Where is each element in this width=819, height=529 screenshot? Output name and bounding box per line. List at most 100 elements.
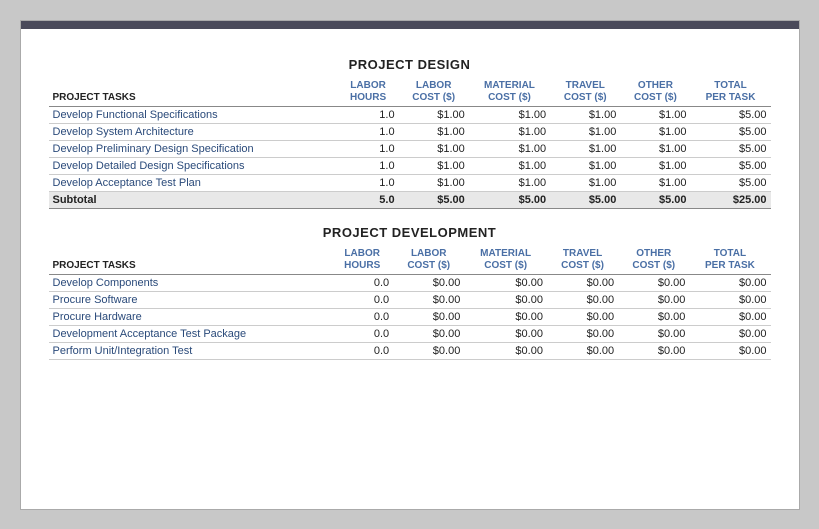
cell-0-1-0: Develop System Architecture: [49, 123, 338, 140]
col-header-0-2: LABORCOST ($): [399, 78, 469, 107]
subtotal-cell-0-1: 5.0: [338, 191, 399, 208]
col-header-1-6: TOTALPER TASK: [689, 246, 770, 275]
cell-0-4-1: 1.0: [338, 174, 399, 191]
col-header-0-0: PROJECT TASKS: [49, 78, 338, 107]
cell-0-2-5: $1.00: [620, 140, 690, 157]
cell-0-1-5: $1.00: [620, 123, 690, 140]
cell-0-0-3: $1.00: [469, 106, 550, 123]
page-title: [21, 39, 799, 53]
section-header-1: PROJECT DEVELOPMENT: [21, 221, 799, 244]
cell-0-3-4: $1.00: [550, 157, 620, 174]
budget-table-0: PROJECT TASKSLABORHOURSLABORCOST ($)MATE…: [49, 78, 771, 209]
subtotal-row-0: Subtotal5.0$5.00$5.00$5.00$5.00$25.00: [49, 191, 771, 208]
col-header-1-4: TRAVELCOST ($): [547, 246, 618, 275]
subtotal-cell-0-2: $5.00: [399, 191, 469, 208]
col-header-1-3: MATERIALCOST ($): [464, 246, 547, 275]
cell-1-0-4: $0.00: [547, 274, 618, 291]
cell-1-2-1: 0.0: [331, 308, 393, 325]
cell-1-3-2: $0.00: [393, 325, 464, 342]
cell-1-1-0: Procure Software: [49, 291, 332, 308]
cell-0-2-6: $5.00: [691, 140, 771, 157]
col-header-1-5: OTHERCOST ($): [618, 246, 689, 275]
cell-0-0-2: $1.00: [399, 106, 469, 123]
table-row: Perform Unit/Integration Test0.0$0.00$0.…: [49, 342, 771, 359]
table-row: Procure Hardware0.0$0.00$0.00$0.00$0.00$…: [49, 308, 771, 325]
cell-1-4-3: $0.00: [464, 342, 547, 359]
budget-table-1: PROJECT TASKSLABORHOURSLABORCOST ($)MATE…: [49, 246, 771, 360]
cell-1-1-6: $0.00: [689, 291, 770, 308]
col-header-0-4: TRAVELCOST ($): [550, 78, 620, 107]
table-row: Develop System Architecture1.0$1.00$1.00…: [49, 123, 771, 140]
cell-1-2-6: $0.00: [689, 308, 770, 325]
cell-1-4-6: $0.00: [689, 342, 770, 359]
table-row: Develop Preliminary Design Specification…: [49, 140, 771, 157]
cell-1-1-2: $0.00: [393, 291, 464, 308]
col-header-1-1: LABORHOURS: [331, 246, 393, 275]
cell-1-0-1: 0.0: [331, 274, 393, 291]
cell-1-2-4: $0.00: [547, 308, 618, 325]
cell-0-1-6: $5.00: [691, 123, 771, 140]
cell-1-3-5: $0.00: [618, 325, 689, 342]
table-row: Develop Components0.0$0.00$0.00$0.00$0.0…: [49, 274, 771, 291]
col-header-0-1: LABORHOURS: [338, 78, 399, 107]
cell-1-1-1: 0.0: [331, 291, 393, 308]
subtotal-cell-0-6: $25.00: [691, 191, 771, 208]
cell-0-3-3: $1.00: [469, 157, 550, 174]
cell-0-3-1: 1.0: [338, 157, 399, 174]
cell-1-3-1: 0.0: [331, 325, 393, 342]
cell-0-4-6: $5.00: [691, 174, 771, 191]
cell-0-2-0: Develop Preliminary Design Specification: [49, 140, 338, 157]
cell-0-1-1: 1.0: [338, 123, 399, 140]
col-header-0-6: TOTALPER TASK: [691, 78, 771, 107]
table-row: Develop Functional Specifications1.0$1.0…: [49, 106, 771, 123]
cell-0-3-5: $1.00: [620, 157, 690, 174]
cell-1-1-3: $0.00: [464, 291, 547, 308]
cell-1-2-3: $0.00: [464, 308, 547, 325]
cell-1-0-0: Develop Components: [49, 274, 332, 291]
cell-1-4-4: $0.00: [547, 342, 618, 359]
table-row: Develop Acceptance Test Plan1.0$1.00$1.0…: [49, 174, 771, 191]
subtotal-cell-0-3: $5.00: [469, 191, 550, 208]
cell-1-4-1: 0.0: [331, 342, 393, 359]
cell-0-4-5: $1.00: [620, 174, 690, 191]
cell-1-4-2: $0.00: [393, 342, 464, 359]
table-row: Development Acceptance Test Package0.0$0…: [49, 325, 771, 342]
subtotal-cell-0-0: Subtotal: [49, 191, 338, 208]
cell-1-2-0: Procure Hardware: [49, 308, 332, 325]
col-header-0-3: MATERIALCOST ($): [469, 78, 550, 107]
cell-1-3-0: Development Acceptance Test Package: [49, 325, 332, 342]
table-row: Develop Detailed Design Specifications1.…: [49, 157, 771, 174]
cell-1-3-6: $0.00: [689, 325, 770, 342]
cell-0-1-2: $1.00: [399, 123, 469, 140]
cell-1-1-4: $0.00: [547, 291, 618, 308]
cell-1-0-5: $0.00: [618, 274, 689, 291]
col-header-1-2: LABORCOST ($): [393, 246, 464, 275]
cell-0-2-3: $1.00: [469, 140, 550, 157]
cell-1-3-3: $0.00: [464, 325, 547, 342]
cell-1-1-5: $0.00: [618, 291, 689, 308]
subtotal-cell-0-4: $5.00: [550, 191, 620, 208]
col-header-1-0: PROJECT TASKS: [49, 246, 332, 275]
cell-0-2-2: $1.00: [399, 140, 469, 157]
cell-0-1-4: $1.00: [550, 123, 620, 140]
section-header-0: PROJECT DESIGN: [21, 53, 799, 76]
col-header-0-5: OTHERCOST ($): [620, 78, 690, 107]
cell-0-0-4: $1.00: [550, 106, 620, 123]
top-accent-bar: [21, 21, 799, 29]
cell-1-0-6: $0.00: [689, 274, 770, 291]
cell-1-4-0: Perform Unit/Integration Test: [49, 342, 332, 359]
cell-0-3-2: $1.00: [399, 157, 469, 174]
table-row: Procure Software0.0$0.00$0.00$0.00$0.00$…: [49, 291, 771, 308]
cell-1-2-5: $0.00: [618, 308, 689, 325]
cell-1-4-5: $0.00: [618, 342, 689, 359]
cell-0-2-4: $1.00: [550, 140, 620, 157]
cell-1-0-2: $0.00: [393, 274, 464, 291]
cell-0-0-0: Develop Functional Specifications: [49, 106, 338, 123]
cell-0-4-3: $1.00: [469, 174, 550, 191]
cell-1-2-2: $0.00: [393, 308, 464, 325]
subtotal-cell-0-5: $5.00: [620, 191, 690, 208]
cell-0-0-5: $1.00: [620, 106, 690, 123]
cell-0-0-1: 1.0: [338, 106, 399, 123]
cell-0-3-0: Develop Detailed Design Specifications: [49, 157, 338, 174]
cell-1-0-3: $0.00: [464, 274, 547, 291]
